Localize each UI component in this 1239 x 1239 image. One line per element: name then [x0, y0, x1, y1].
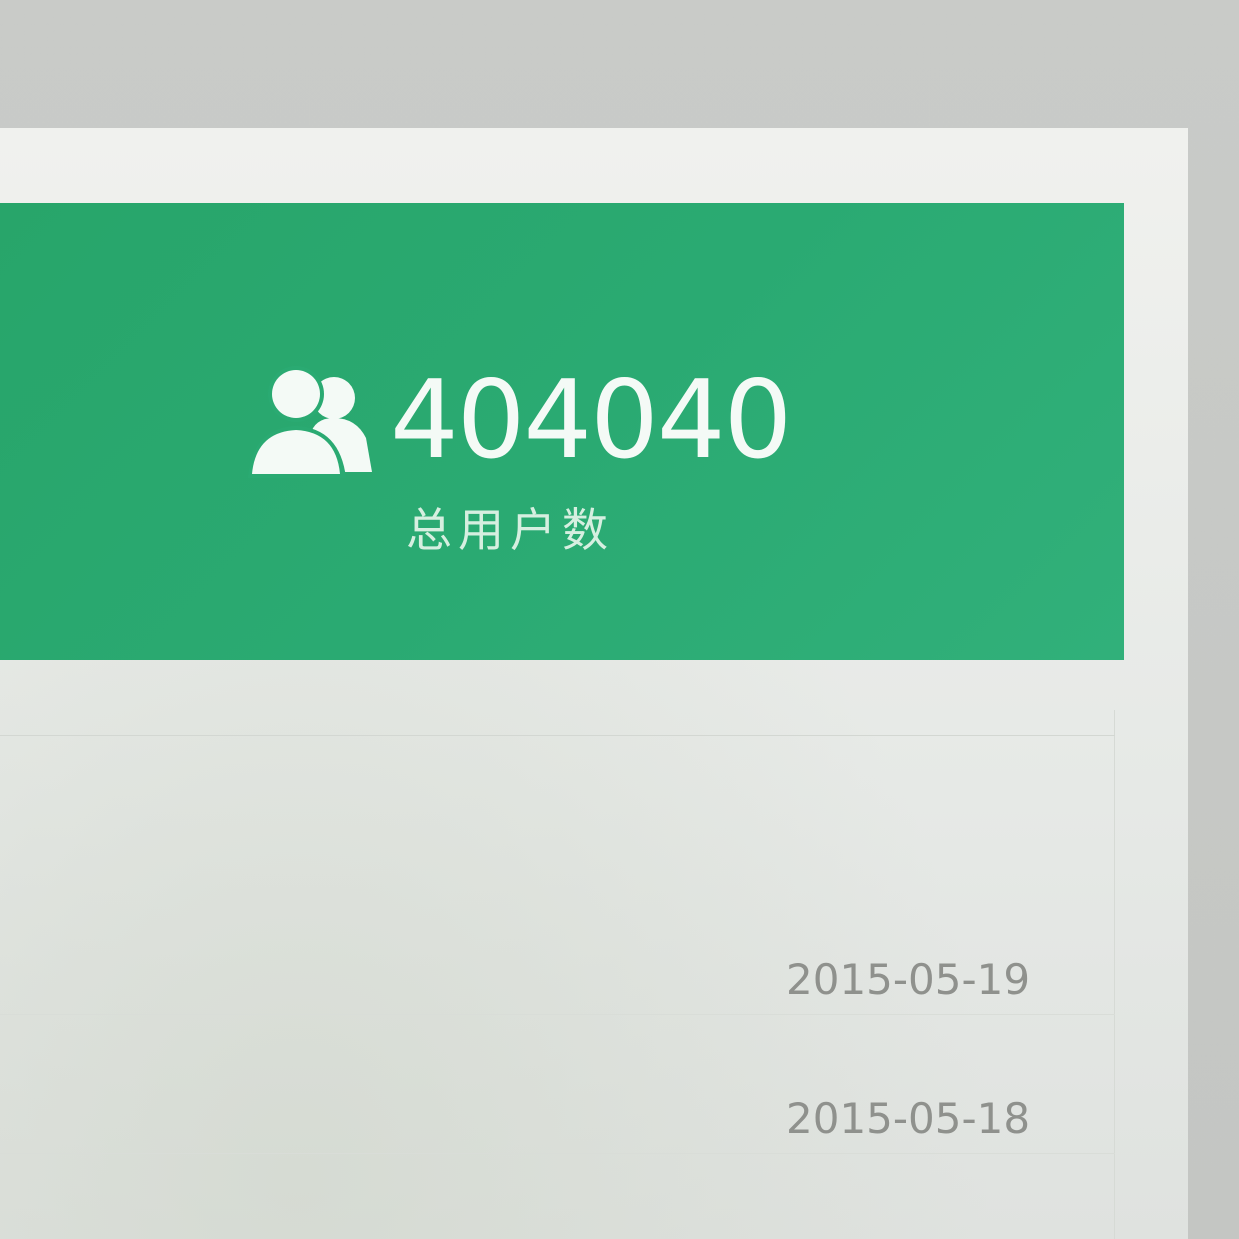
list-item[interactable]: 2015-05-18 — [0, 1014, 1115, 1154]
row-date: 2015-05-19 — [786, 955, 1031, 1004]
record-list: 2015-05-19 2015-05-18 2015-05-05 — [0, 735, 1115, 1239]
total-users-label: 总用户数 — [406, 503, 614, 557]
list-item[interactable]: 2015-05-05 — [0, 1153, 1115, 1239]
users-icon — [248, 366, 372, 478]
stat-row: 404040 — [248, 358, 792, 483]
total-users-value: 404040 — [390, 358, 792, 483]
list-item[interactable]: 2015-05-19 — [0, 875, 1115, 1015]
row-date: 2015-05-18 — [786, 1094, 1031, 1143]
row-date: 2015-05-05 — [786, 1233, 1030, 1239]
